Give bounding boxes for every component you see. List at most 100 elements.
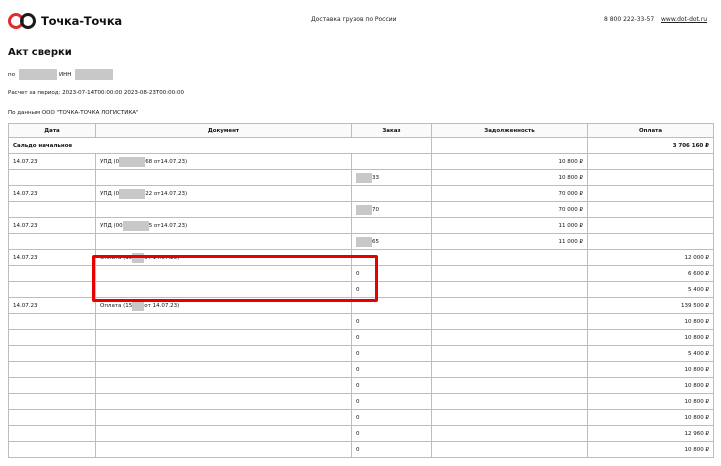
date-cell	[8, 377, 96, 394]
opening-balance-row: Сальдо начальное 3 706 160 ₽	[8, 137, 714, 154]
col-debt-header: Задолженность	[431, 123, 588, 138]
order-cell: 0	[351, 329, 432, 346]
debt-cell	[431, 361, 588, 378]
document-cell	[95, 377, 352, 394]
debt-cell	[431, 249, 588, 266]
order-cell	[351, 249, 432, 266]
col-date-header: Дата	[8, 123, 96, 138]
document-cell	[95, 425, 352, 442]
date-cell: 14.07.23	[8, 217, 96, 234]
inn-label: ИНН	[58, 71, 72, 78]
redacted-number	[119, 188, 146, 199]
payment-cell: 12 960 ₽	[587, 425, 714, 442]
brand-logo[interactable]: Точка-Точка	[8, 12, 122, 30]
order-suffix: 65	[372, 238, 379, 245]
payment-cell	[587, 201, 714, 218]
document-cell	[95, 313, 352, 330]
col-order-header: Заказ	[351, 123, 432, 138]
document-text-start: УПД (0	[100, 190, 120, 197]
date-cell	[8, 409, 96, 426]
payment-cell	[587, 153, 714, 170]
redacted-number	[132, 300, 145, 311]
date-cell	[8, 361, 96, 378]
table-row: 0 5 400 ₽	[8, 281, 714, 298]
redacted-order	[356, 204, 372, 215]
payment-cell: 10 800 ₽	[587, 377, 714, 394]
debt-cell: 11 000 ₽	[431, 233, 588, 250]
document-cell	[95, 233, 352, 250]
table-row: 0 10 800 ₽	[8, 409, 714, 426]
table-row: 0 6 600 ₽	[8, 265, 714, 282]
document-cell	[95, 281, 352, 298]
table-row: 33 10 800 ₽	[8, 169, 714, 186]
website-link[interactable]: www.dot-dot.ru	[661, 16, 707, 23]
document-cell: Оплата (15 от 14.07.23)	[95, 249, 352, 266]
date-cell: 14.07.23	[8, 297, 96, 314]
payment-cell: 12 000 ₽	[587, 249, 714, 266]
debt-cell	[431, 345, 588, 362]
date-cell	[8, 393, 96, 410]
table-row: 0 12 960 ₽	[8, 425, 714, 442]
order-cell: 0	[351, 313, 432, 330]
redacted-number	[119, 156, 146, 167]
table-row: 14.07.23 Оплата (15 от 14.07.23) 12 000 ₽	[8, 249, 714, 266]
tagline: Доставка грузов по России	[311, 16, 397, 23]
table-row: 14.07.23 УПД (00 5 от14.07.23) 11 000 ₽	[8, 217, 714, 234]
po-label: по	[8, 71, 15, 78]
debt-cell	[431, 377, 588, 394]
document-page: Точка-Точка Доставка грузов по России 8 …	[0, 0, 721, 466]
payment-cell: 6 600 ₽	[587, 265, 714, 282]
table-row: 0 10 800 ₽	[8, 393, 714, 410]
document-cell: УПД (00 5 от14.07.23)	[95, 217, 352, 234]
table-row: 14.07.23 Оплата (15 от 14.07.23) 139 500 ₽	[8, 297, 714, 314]
payment-cell	[587, 185, 714, 202]
date-cell	[8, 169, 96, 186]
redacted-number	[122, 220, 149, 231]
debt-cell	[431, 313, 588, 330]
date-cell	[8, 441, 96, 458]
debt-cell	[431, 281, 588, 298]
document-cell	[95, 329, 352, 346]
source-line: По данным ООО "ТОЧКА-ТОЧКА ЛОГИСТИКА"	[8, 110, 139, 116]
order-cell: 0	[351, 265, 432, 282]
document-cell	[95, 441, 352, 458]
payment-cell: 5 400 ₽	[587, 345, 714, 362]
date-cell: 14.07.23	[8, 185, 96, 202]
redacted-inn	[75, 69, 114, 80]
debt-cell	[431, 393, 588, 410]
date-cell	[8, 201, 96, 218]
redacted-order	[356, 172, 372, 183]
table-row: 0 5 400 ₽	[8, 345, 714, 362]
date-cell	[8, 313, 96, 330]
date-cell: 14.07.23	[8, 249, 96, 266]
debt-cell: 70 000 ₽	[431, 201, 588, 218]
document-text-end: от 14.07.23)	[144, 302, 180, 309]
debt-cell	[431, 409, 588, 426]
payment-cell: 10 800 ₽	[587, 441, 714, 458]
table-row: 0 10 800 ₽	[8, 329, 714, 346]
brand-name: Точка-Точка	[41, 14, 122, 28]
payment-cell: 10 800 ₽	[587, 329, 714, 346]
document-text-start: УПД (00	[100, 222, 123, 229]
debt-cell: 10 800 ₽	[431, 169, 588, 186]
document-cell: УПД (0 68 от14.07.23)	[95, 153, 352, 170]
table-row: 70 70 000 ₽	[8, 201, 714, 218]
date-cell: 14.07.23	[8, 153, 96, 170]
payment-cell: 5 400 ₽	[587, 281, 714, 298]
opening-balance-value: 3 706 160 ₽	[587, 137, 714, 154]
payment-cell: 10 800 ₽	[587, 393, 714, 410]
order-cell: 0	[351, 441, 432, 458]
redacted-order	[356, 236, 372, 247]
order-cell: 0	[351, 345, 432, 362]
date-cell	[8, 345, 96, 362]
debt-cell	[431, 265, 588, 282]
order-cell	[351, 297, 432, 314]
redacted-number	[132, 252, 145, 263]
order-cell: 0	[351, 425, 432, 442]
order-cell: 0	[351, 281, 432, 298]
document-cell	[95, 169, 352, 186]
table-header-row: Дата Документ Заказ Задолженность Оплата	[8, 123, 714, 138]
order-cell: 0	[351, 409, 432, 426]
payment-cell: 10 800 ₽	[587, 361, 714, 378]
table-row: 0 10 800 ₽	[8, 377, 714, 394]
